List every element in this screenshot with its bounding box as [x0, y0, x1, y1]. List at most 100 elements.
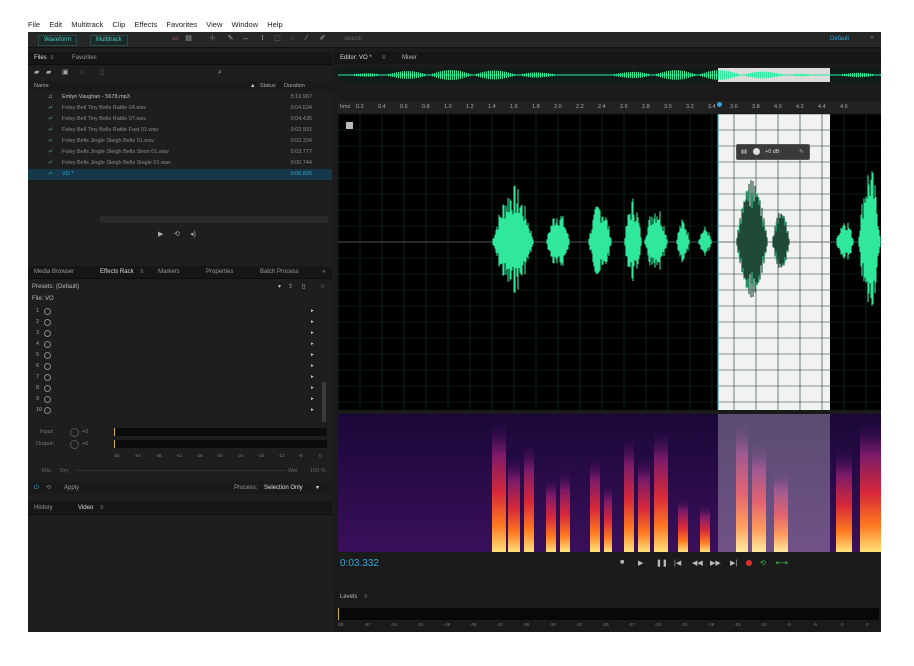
spectral-selection[interactable]	[718, 414, 830, 552]
levels-menu-icon[interactable]: ≡	[364, 594, 368, 600]
effect-slot[interactable]: 2 ▸	[28, 317, 328, 328]
output-knob[interactable]	[70, 440, 79, 449]
apply-button[interactable]: Apply	[64, 482, 79, 494]
import-file-icon[interactable]: ▰	[46, 68, 51, 78]
loop-playback-icon[interactable]: ⟲	[760, 559, 766, 567]
hud-volume-value[interactable]: +0 dB	[765, 145, 780, 159]
effect-slot[interactable]: 4 ▸	[28, 339, 328, 350]
play-icon[interactable]: ▶	[638, 559, 643, 567]
process-chevron-icon[interactable]: ▾	[316, 482, 319, 494]
input-knob[interactable]	[70, 428, 79, 437]
menu-clip[interactable]: Clip	[112, 18, 125, 32]
input-value[interactable]: +0	[82, 429, 88, 435]
fast-forward-icon[interactable]: ▶▶	[710, 559, 721, 567]
slot-menu-arrow-icon[interactable]: ▸	[311, 328, 314, 339]
slot-power-icon[interactable]	[44, 363, 51, 370]
files-panel-menu-icon[interactable]: ≡	[50, 52, 54, 64]
output-value[interactable]: +0	[82, 441, 88, 447]
hud-volume-control[interactable]: ▮▮ +0 dB ✎	[736, 144, 810, 160]
delete-preset-icon[interactable]: ▯	[302, 282, 305, 292]
search-input[interactable]: search	[344, 35, 494, 44]
effect-slot[interactable]: 9 ▸	[28, 394, 328, 405]
slip-tool-icon[interactable]: ↔	[241, 35, 250, 43]
tab-effects-rack[interactable]: Effects Rack	[100, 266, 134, 278]
skip-to-start-icon[interactable]: |◀	[674, 559, 681, 567]
pause-icon[interactable]: ❚❚	[656, 559, 668, 567]
chevron-down-icon[interactable]: ▾	[278, 282, 281, 292]
open-file-icon[interactable]: ▰	[34, 68, 39, 78]
file-row[interactable]: ⩫ VO * 0:06.826	[28, 169, 332, 180]
tab-favorites[interactable]: Favorites	[72, 52, 97, 64]
slot-power-icon[interactable]	[44, 341, 51, 348]
menu-file[interactable]: File	[28, 18, 40, 32]
slot-power-icon[interactable]	[44, 330, 51, 337]
slot-power-icon[interactable]	[44, 385, 51, 392]
tab-video[interactable]: Video	[78, 502, 93, 514]
slot-power-icon[interactable]	[44, 352, 51, 359]
lasso-tool-icon[interactable]: ◌	[288, 35, 297, 43]
spot-healing-tool-icon[interactable]: ✐	[318, 35, 327, 43]
slot-power-icon[interactable]	[44, 374, 51, 381]
time-selection-tool-icon[interactable]: I	[258, 35, 267, 43]
time-display[interactable]: 0:03.332	[340, 558, 379, 569]
insert-icon[interactable]: ⌂	[80, 68, 84, 78]
effect-slot[interactable]: 1 ▸	[28, 306, 328, 317]
slot-menu-arrow-icon[interactable]: ▸	[311, 405, 314, 416]
favorite-star-icon[interactable]: ☆	[320, 282, 325, 292]
slot-menu-arrow-icon[interactable]: ▸	[311, 317, 314, 328]
menu-favorites[interactable]: Favorites	[166, 18, 197, 32]
menu-effects[interactable]: Effects	[134, 18, 157, 32]
skip-selection-icon[interactable]: ⇤⇥	[776, 559, 788, 567]
slot-power-icon[interactable]	[44, 396, 51, 403]
file-row[interactable]: ⩫ Foley Bells Jingle Sleigh Bells Single …	[28, 158, 332, 169]
file-row[interactable]: ♫ Emlyn Vaughan - 5678.mp3 5:19.967	[28, 92, 332, 103]
slot-menu-arrow-icon[interactable]: ▸	[311, 394, 314, 405]
slot-menu-arrow-icon[interactable]: ▸	[311, 383, 314, 394]
move-tool-icon[interactable]: ⊹	[208, 35, 217, 43]
name-column-header[interactable]: Name	[34, 81, 49, 91]
spectral-frequency-display[interactable]	[338, 414, 881, 552]
workspace-selector[interactable]: Default	[830, 35, 849, 44]
record-icon[interactable]	[746, 560, 752, 566]
file-row[interactable]: ⩫ Foley Bell Tiny Bells Rattle 04.wav 0:04…	[28, 103, 332, 114]
skip-to-end-icon[interactable]: ▶|	[730, 559, 737, 567]
menu-edit[interactable]: Edit	[49, 18, 62, 32]
editor-tab-menu-icon[interactable]: ≡	[382, 52, 386, 64]
preview-loop-icon[interactable]: ⟲	[174, 230, 180, 238]
menu-view[interactable]: View	[206, 18, 222, 32]
display-options-icon[interactable]	[346, 122, 353, 129]
slot-menu-arrow-icon[interactable]: ▸	[311, 372, 314, 383]
stop-icon[interactable]: ■	[620, 559, 624, 566]
razor-tool-icon[interactable]: ✎	[226, 35, 235, 43]
rewind-icon[interactable]: ◀◀	[692, 559, 703, 567]
tab-editor[interactable]: Editor: VO *	[340, 52, 372, 64]
tab-mixer[interactable]: Mixer	[402, 52, 417, 64]
time-ruler[interactable]: hms 0.2 0.4 0.6 0.8 1.0 1.2 1.4 1.6 1.8 2.0 2.2 2.4…	[338, 101, 881, 113]
tab-history[interactable]: History	[34, 502, 53, 514]
tab-media-browser[interactable]: Media Browser	[34, 266, 74, 278]
effect-slot[interactable]: 3 ▸	[28, 328, 328, 339]
effect-slot[interactable]: 8 ▸	[28, 383, 328, 394]
slot-power-icon[interactable]	[44, 407, 51, 414]
multitrack-mode-button[interactable]: Multitrack	[90, 35, 128, 46]
effects-rack-scrollbar[interactable]	[322, 382, 326, 422]
slot-menu-arrow-icon[interactable]: ▸	[311, 306, 314, 317]
presets-dropdown[interactable]: (Default)	[56, 282, 79, 292]
frequency-display-icon[interactable]: ▤	[184, 35, 193, 43]
tab-batch-process[interactable]: Batch Process	[260, 266, 299, 278]
tab-properties[interactable]: Properties	[206, 266, 233, 278]
slot-power-icon[interactable]	[44, 319, 51, 326]
mix-percent[interactable]: 100 %	[310, 466, 326, 476]
tab-files[interactable]: Files	[34, 52, 47, 64]
waveform-mode-button[interactable]: Waveform	[38, 35, 78, 46]
slot-menu-arrow-icon[interactable]: ▸	[311, 350, 314, 361]
brush-tool-icon[interactable]: ⁄	[302, 35, 311, 43]
panel-overflow-icon[interactable]: »	[322, 266, 325, 278]
process-dropdown[interactable]: Selection Only	[264, 482, 303, 494]
effects-panel-menu-icon[interactable]: ≡	[140, 266, 144, 278]
file-row[interactable]: ⩫ Foley Bells Jingle Sleigh Bells Short 0…	[28, 147, 332, 158]
sort-ascending-icon[interactable]: ▲	[250, 81, 255, 91]
menu-help[interactable]: Help	[267, 18, 282, 32]
slot-power-icon[interactable]	[44, 308, 51, 315]
hud-pin-icon[interactable]: ✎	[799, 145, 804, 159]
